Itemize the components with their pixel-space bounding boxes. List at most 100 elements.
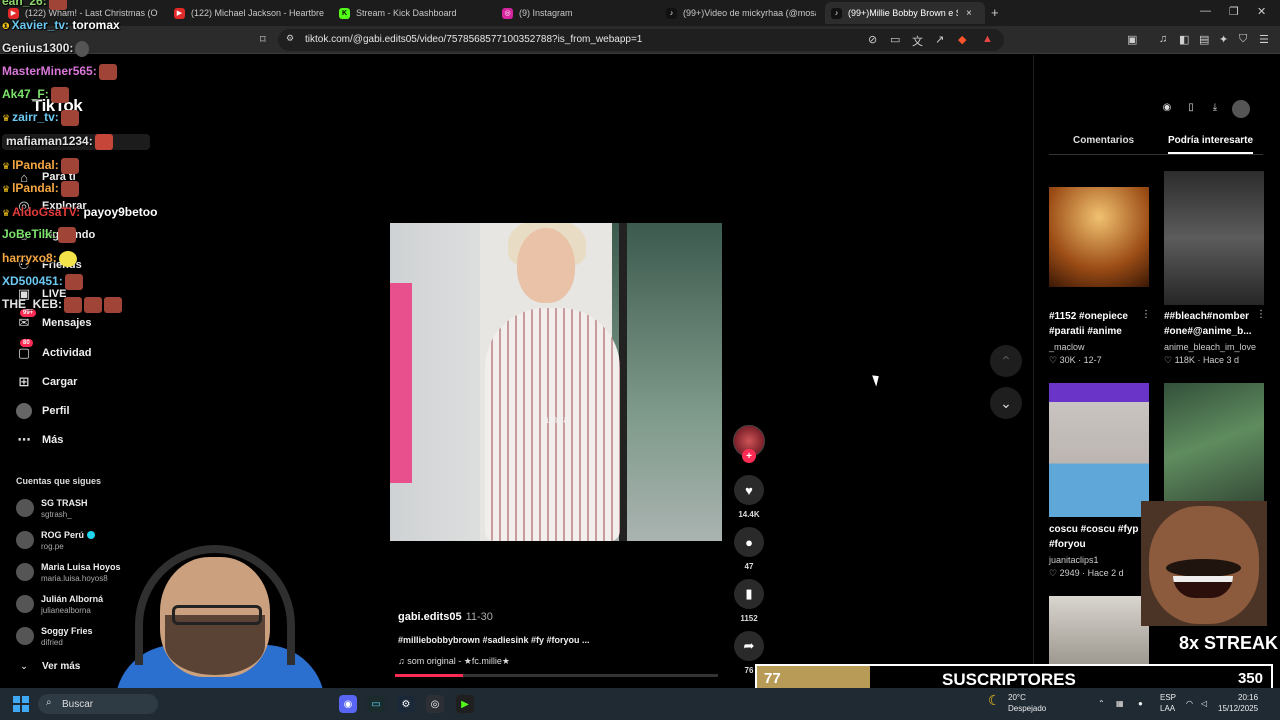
cast-icon[interactable]: ▭ — [890, 33, 900, 46]
tab-podria-interesarte[interactable]: Podría interesarte — [1168, 135, 1254, 154]
maximize-icon[interactable]: ❐ — [1229, 5, 1239, 18]
site-info-icon[interactable]: ⚙ — [286, 33, 294, 44]
compass-icon[interactable]: ◉ — [1160, 100, 1174, 114]
sidebar-item-cargar[interactable]: ⊞ Cargar — [16, 371, 78, 393]
avatar — [16, 499, 34, 517]
menu-icon[interactable]: ☰ — [1259, 33, 1269, 46]
volume-icon[interactable]: ◁ — [1201, 698, 1207, 709]
avatar — [16, 595, 34, 613]
recommendation-thumbnail[interactable] — [1049, 383, 1149, 517]
kick-icon[interactable]: ▶ — [456, 695, 474, 713]
save-button[interactable]: ▮ 1152 — [733, 579, 765, 623]
sidebar-item-mas[interactable]: ⋯ Más — [16, 429, 64, 451]
following-account[interactable]: ROG Perú rog.pe — [16, 525, 96, 555]
browser-tab[interactable]: ◎ (9) Instagram — [502, 2, 652, 24]
chat-message: ♛ AldoGsaTV: payoy9betoo — [2, 205, 158, 219]
chevron-up-icon[interactable]: ⌃ — [1098, 698, 1105, 709]
recommendation-thumbnail[interactable] — [1049, 187, 1149, 287]
avatar — [16, 563, 34, 581]
comment-button[interactable]: ● 47 — [733, 527, 765, 571]
microphone-icon[interactable]: ● — [1138, 698, 1143, 709]
phone-icon[interactable]: ▯ — [1184, 100, 1198, 114]
rewards-icon[interactable]: ▲ — [982, 33, 993, 45]
network-icon[interactable]: ▦ — [1116, 698, 1124, 709]
emote-icon — [104, 297, 123, 313]
recommendation-meta: ♡ 2949 · Hace 2 d — [1049, 568, 1124, 578]
following-account[interactable]: Julián Alborná julianealborna — [16, 589, 103, 619]
vpn-icon[interactable]: ⛉ — [1239, 33, 1247, 46]
sidebar-item-perfil[interactable]: Perfil — [16, 400, 70, 422]
video-frame-art — [619, 223, 627, 541]
recommendation-user[interactable]: _maclow — [1049, 342, 1085, 352]
more-options-icon[interactable]: ⋮ — [1141, 309, 1151, 320]
recommendation-title[interactable]: #1152 #onepiece #paratii #anime — [1049, 309, 1154, 339]
next-video-button[interactable]: ⌄ — [990, 387, 1022, 419]
discord-icon[interactable]: ◉ — [339, 695, 357, 713]
new-tab-button[interactable]: + — [991, 5, 999, 20]
obs-icon[interactable]: ◎ — [426, 695, 444, 713]
wifi-icon[interactable]: ◠ — [1186, 698, 1193, 709]
video-frame-art — [612, 223, 722, 541]
close-tab-icon[interactable]: × — [966, 8, 972, 19]
ai-icon[interactable]: ✦ — [1219, 33, 1228, 46]
chat-message: XD500451: — [2, 274, 83, 290]
wallet-icon[interactable]: ▤ — [1199, 33, 1209, 46]
video-player[interactable]: ainda — [390, 223, 722, 541]
url-text[interactable]: tiktok.com/@gabi.edits05/video/757856857… — [305, 34, 642, 45]
reader-icon[interactable]: ◧ — [1179, 33, 1189, 46]
following-account[interactable]: Soggy Fries difried — [16, 621, 93, 651]
recommendation-title[interactable]: ##bleach#nomber #one#@anime_b... — [1164, 309, 1256, 339]
video-progress-fill — [395, 674, 463, 677]
heart-outline-icon: ♡ — [1049, 355, 1060, 365]
chat-message: MasterMiner565: — [2, 64, 117, 80]
translate-icon[interactable]: 文 — [912, 33, 923, 49]
music-icon[interactable]: ♫ — [1159, 33, 1167, 45]
badge-icon: ❶ — [2, 21, 10, 31]
video-sound[interactable]: ♫ som original - ★fc.millie★ — [398, 656, 510, 667]
recommendation-thumbnail[interactable] — [1164, 171, 1264, 305]
recommendation-thumbnail[interactable] — [1164, 383, 1264, 517]
steam-icon[interactable]: ⚙ — [397, 695, 415, 713]
headset-art — [135, 545, 295, 665]
previous-video-button[interactable]: ⌃ — [990, 345, 1022, 377]
terminal-icon[interactable]: ▭ — [367, 695, 385, 713]
see-more-button[interactable]: ⌄ Ver más — [16, 655, 80, 677]
video-author[interactable]: gabi.edits05 11-30 — [398, 611, 493, 623]
browser-tab[interactable]: K Stream - Kick Dashboard — [339, 2, 489, 24]
share-icon[interactable]: ↗ — [935, 33, 944, 46]
like-button[interactable]: ♥ 14.4K — [733, 475, 765, 519]
browser-tab-active[interactable]: ♪(99+)Millie Bobby Brown e Sa...× — [825, 2, 985, 24]
recommendation-title[interactable]: coscu #coscu #fyp #foryou — [1049, 522, 1154, 552]
clock[interactable]: 20:16 15/12/2025 — [1218, 692, 1258, 714]
recommendation-user[interactable]: anime_bleach_im_love — [1164, 342, 1256, 352]
minimize-icon[interactable]: — — [1200, 5, 1211, 17]
following-account[interactable]: SG TRASH sgtrash_ — [16, 493, 88, 523]
tab-comentarios[interactable]: Comentarios — [1073, 135, 1134, 146]
recommendation-user[interactable]: juanitaclips1 — [1049, 555, 1099, 565]
profile-icon — [16, 403, 32, 419]
emote-icon — [57, 227, 76, 243]
language-indicator[interactable]: ESP LAA — [1160, 692, 1176, 714]
sidebar-item-actividad[interactable]: ▢ 80 Actividad — [16, 339, 92, 364]
avatar[interactable] — [1232, 100, 1250, 118]
follow-plus-icon[interactable]: + — [742, 449, 756, 463]
brave-shield-icon[interactable]: ◆ — [958, 33, 966, 46]
mute-site-icon[interactable]: ⊘ — [868, 33, 877, 46]
more-options-icon[interactable]: ⋮ — [1256, 309, 1266, 320]
download-icon[interactable]: ⤓ — [1208, 100, 1222, 114]
video-description[interactable]: #milliebobbybrown #sadiesink #fy #foryou… — [398, 635, 590, 645]
upload-icon: ⊞ — [18, 374, 30, 389]
chat-message: JoBeTilk: — [2, 227, 76, 243]
bookmark-icon[interactable]: ⌑ — [260, 33, 266, 46]
bookmark-icon: ▮ — [734, 579, 764, 609]
video-progress-bar[interactable] — [395, 674, 718, 677]
emote-icon — [58, 251, 77, 267]
taskbar-search[interactable]: ⌕ Buscar — [38, 694, 158, 714]
sidebar-toggle-icon[interactable]: ▣ — [1127, 33, 1137, 46]
share-arrow-icon: ➦ — [734, 631, 764, 661]
weather-widget[interactable]: 20°C Despejado — [1008, 692, 1046, 714]
window-close-icon[interactable]: ✕ — [1257, 5, 1266, 18]
windows-start-icon[interactable] — [13, 696, 29, 712]
crown-icon: ♛ — [2, 208, 11, 218]
browser-tab[interactable]: ♪(99+)Video de mickyrhaa (@mosade... — [666, 2, 816, 24]
